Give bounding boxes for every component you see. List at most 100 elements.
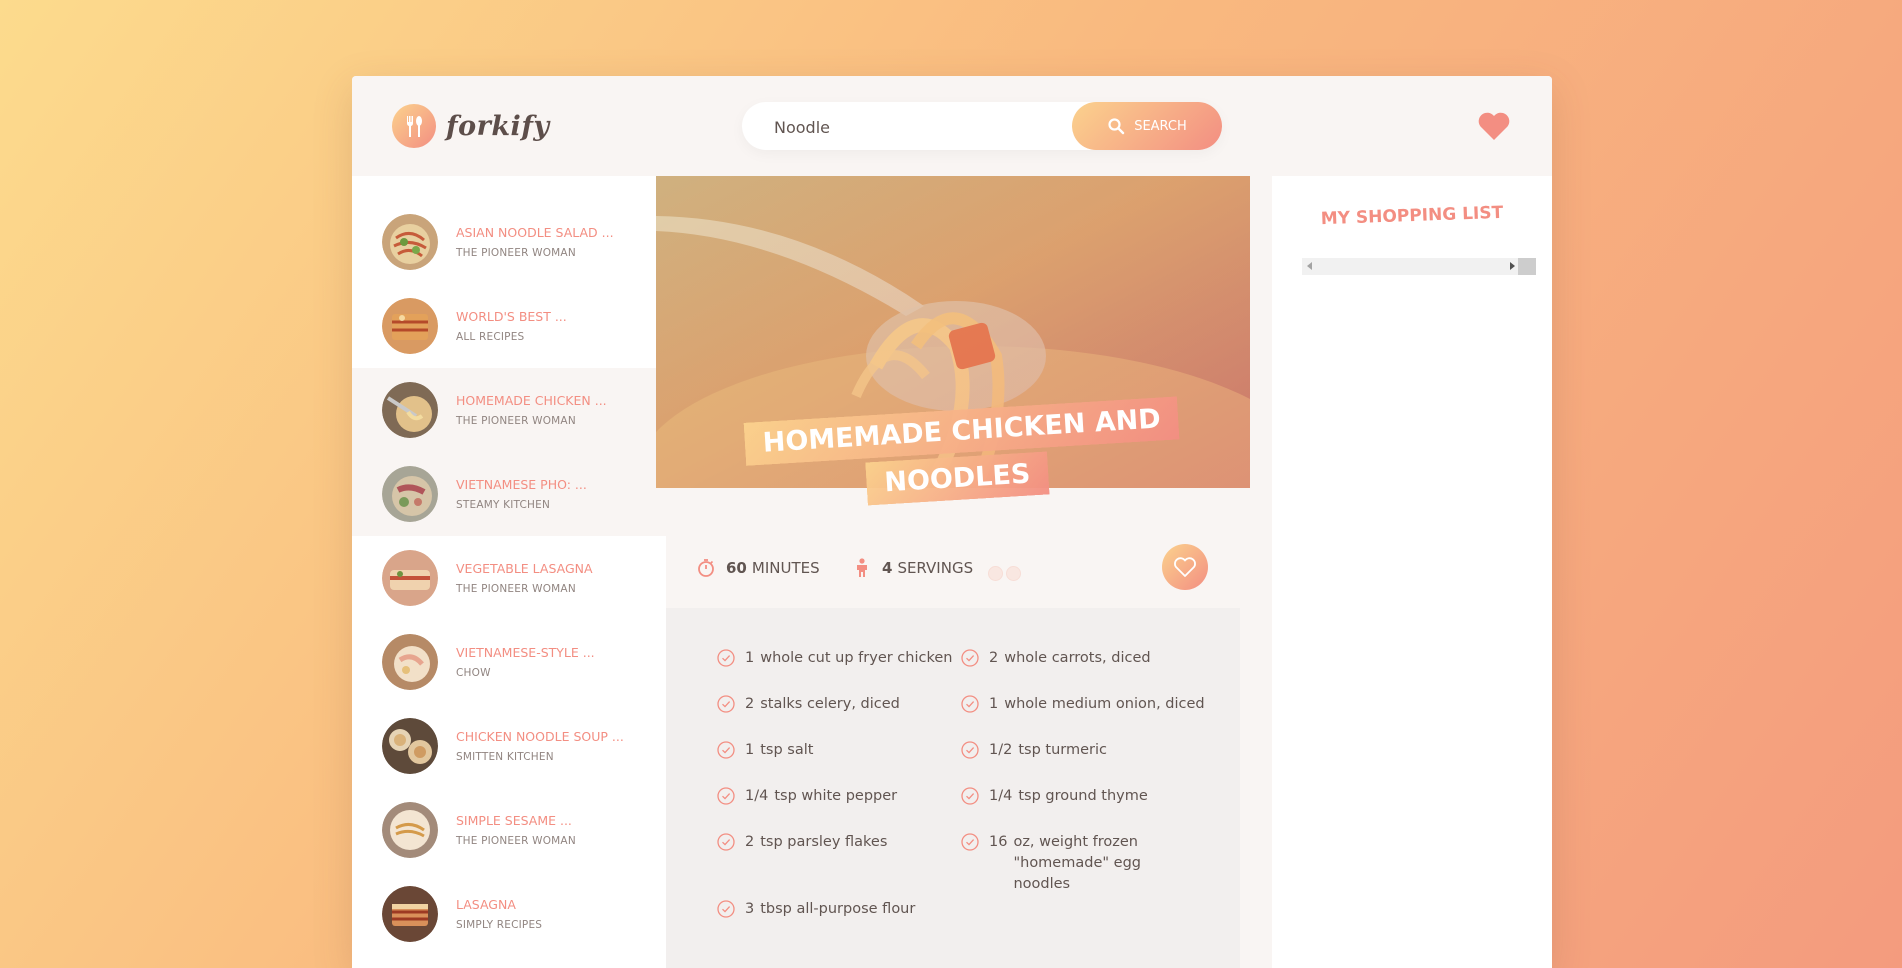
ingredient-item: 1 whole medium onion, diced — [960, 694, 1205, 715]
ingredient-quantity: 2 — [989, 650, 999, 666]
heart-icon — [1478, 112, 1510, 140]
result-item[interactable]: Vietnamese Pho: ... Steamy Kitchen — [352, 452, 666, 536]
result-image — [382, 634, 438, 690]
check-circle-icon — [961, 787, 979, 805]
check-circle-icon — [717, 900, 735, 918]
search-results-list: Asian Noodle Salad ... The Pioneer Woman… — [352, 176, 666, 968]
scroll-right-arrow-icon[interactable] — [1510, 262, 1515, 270]
increase-servings-button[interactable] — [1006, 566, 1021, 581]
ingredient-item: 3 tbsp all-purpose flour — [716, 899, 915, 920]
check-circle-icon — [717, 741, 735, 759]
check-circle-icon — [717, 833, 735, 851]
person-icon — [857, 558, 867, 577]
ingredient-quantity: 1 — [745, 650, 755, 666]
stopwatch-icon — [698, 559, 714, 577]
result-image — [382, 802, 438, 858]
result-publisher: The Pioneer Woman — [456, 415, 576, 427]
result-image — [382, 214, 438, 270]
logo-text: forkify — [446, 110, 550, 142]
result-item[interactable]: Vietnamese-Style ... Chow — [352, 620, 666, 704]
ingredient-quantity: 1/2 — [989, 742, 1013, 758]
ingredient-text: stalks celery, diced — [760, 696, 900, 712]
recipe-minutes: 60 — [726, 559, 747, 577]
scroll-left-arrow-icon[interactable] — [1307, 262, 1312, 270]
like-recipe-button[interactable] — [1162, 544, 1208, 590]
result-image — [382, 466, 438, 522]
ingredient-text: whole carrots, diced — [1004, 650, 1151, 666]
result-publisher: All Recipes — [456, 331, 525, 343]
check-circle-icon — [961, 741, 979, 759]
ingredient-text: whole cut up fryer chicken — [760, 650, 953, 666]
ingredient-item: 2 whole carrots, diced — [960, 648, 1151, 669]
likes-menu-button[interactable] — [1474, 106, 1514, 146]
scroll-thumb[interactable] — [1518, 258, 1536, 275]
ingredient-quantity: 1/4 — [745, 788, 769, 804]
decrease-servings-button[interactable] — [988, 566, 1003, 581]
app-container: forkify Search Asian Noodle — [352, 76, 1552, 968]
result-publisher: Simply Recipes — [456, 919, 543, 931]
result-item[interactable]: World's Best ... All Recipes — [352, 284, 666, 368]
fork-spoon-icon — [392, 104, 436, 148]
recipe-servings: 4 Servings — [854, 558, 973, 578]
servings-buttons — [988, 566, 1024, 581]
search-button[interactable]: Search — [1072, 102, 1222, 150]
ingredient-quantity: 1 — [745, 742, 755, 758]
recipe-duration: 60 Minutes — [696, 558, 820, 578]
check-circle-icon — [961, 833, 979, 851]
horizontal-scrollbar[interactable] — [1302, 258, 1536, 275]
recipe-minutes-label: Minutes — [751, 559, 820, 577]
ingredient-item: 2 stalks celery, diced — [716, 694, 900, 715]
ingredient-quantity: 2 — [745, 834, 755, 850]
result-item[interactable]: Asian Noodle Salad ... The Pioneer Woman — [352, 200, 666, 284]
result-image — [382, 298, 438, 354]
ingredient-quantity: 1/4 — [989, 788, 1013, 804]
shopping-list-title: My Shopping List — [1320, 202, 1504, 230]
result-title: Simple Sesame ... — [456, 813, 572, 828]
result-publisher: Smitten Kitchen — [456, 751, 554, 763]
ingredient-quantity: 16 — [989, 834, 1008, 850]
recipe-details: 60 Minutes 4 Servings — [666, 488, 1256, 608]
result-title: Asian Noodle Salad ... — [456, 225, 614, 240]
result-item[interactable]: Chicken Noodle Soup ... Smitten Kitchen — [352, 704, 666, 788]
result-item[interactable]: Lasagna Simply Recipes — [352, 872, 666, 956]
check-circle-icon — [961, 695, 979, 713]
ingredient-item: 16 oz, weight frozen "homemade" egg nood… — [960, 832, 1200, 895]
heart-outline-icon — [1174, 557, 1196, 577]
result-item[interactable]: Simple Sesame ... The Pioneer Woman — [352, 788, 666, 872]
ingredient-item: 1 tsp salt — [716, 740, 813, 761]
result-title: Chicken Noodle Soup ... — [456, 729, 624, 744]
result-title: Lasagna — [456, 897, 516, 912]
ingredient-item: 1/4 tsp white pepper — [716, 786, 897, 807]
result-title: Vietnamese-Style ... — [456, 645, 595, 660]
logo[interactable]: forkify — [392, 104, 550, 148]
ingredient-item: 2 tsp parsley flakes — [716, 832, 887, 853]
result-image — [382, 382, 438, 438]
result-publisher: The Pioneer Woman — [456, 247, 576, 259]
ingredient-text: tbsp all-purpose flour — [760, 901, 916, 917]
result-title: World's Best ... — [456, 309, 567, 324]
result-item[interactable]: Vegetable Lasagna The Pioneer Woman — [352, 536, 666, 620]
ingredient-text: tsp turmeric — [1018, 742, 1107, 758]
ingredient-text: tsp salt — [760, 742, 814, 758]
recipe-servings-label: Servings — [897, 559, 974, 577]
result-title: Vegetable Lasagna — [456, 561, 593, 576]
check-circle-icon — [961, 649, 979, 667]
ingredient-quantity: 3 — [745, 901, 755, 917]
search-input[interactable] — [772, 114, 1076, 140]
ingredients-list: 1 whole cut up fryer chicken 2 whole car… — [666, 608, 1240, 968]
search-form: Search — [742, 102, 1222, 150]
shopping-list-panel: My Shopping List — [1272, 176, 1552, 968]
header: forkify Search — [352, 76, 1552, 176]
search-icon — [1108, 118, 1125, 135]
ingredient-text: tsp parsley flakes — [760, 834, 888, 850]
recipe-panel: Homemade Chicken and Noodles 60 Minutes … — [656, 176, 1272, 968]
result-item-selected[interactable]: Homemade Chicken ... The Pioneer Woman — [352, 368, 666, 452]
check-circle-icon — [717, 787, 735, 805]
result-image — [382, 886, 438, 942]
result-publisher: Steamy Kitchen — [456, 499, 551, 511]
result-title: Homemade Chicken ... — [456, 393, 607, 408]
ingredient-text: oz, weight frozen "homemade" egg noodles — [1013, 834, 1141, 892]
result-publisher: The Pioneer Woman — [456, 583, 576, 595]
ingredient-item: 1/4 tsp ground thyme — [960, 786, 1148, 807]
result-image — [382, 718, 438, 774]
